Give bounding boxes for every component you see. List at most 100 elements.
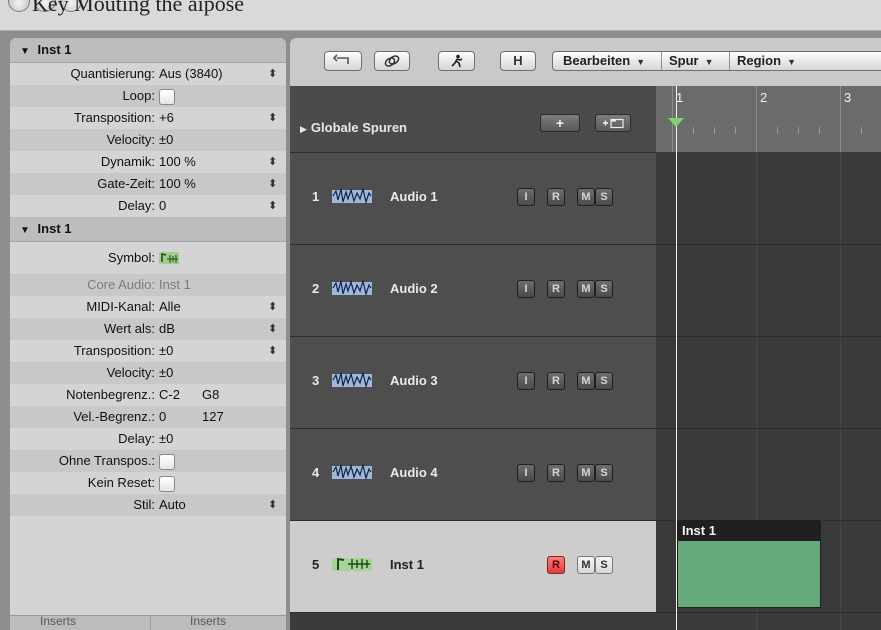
mute-button[interactable]: M: [577, 372, 595, 390]
stepper-icon[interactable]: ⬍: [268, 318, 277, 340]
param-row[interactable]: Loop:: [10, 85, 286, 107]
record-enable-button[interactable]: R: [547, 464, 565, 482]
track-name[interactable]: Inst 1: [390, 557, 424, 572]
param-value[interactable]: ±0: [159, 428, 173, 450]
param-row[interactable]: Ohne Transpos.:: [10, 450, 286, 472]
param-row[interactable]: Velocity: ±0: [10, 362, 286, 384]
param-row[interactable]: Delay: 0 ⬍: [10, 195, 286, 217]
param-row[interactable]: Vel.-Begrenz.: 0 127: [10, 406, 286, 428]
param-value[interactable]: C-2: [159, 384, 180, 406]
input-monitor-button[interactable]: I: [517, 280, 535, 298]
record-enable-button[interactable]: R: [547, 280, 565, 298]
stepper-icon[interactable]: ⬍: [268, 173, 277, 195]
track-name[interactable]: Audio 1: [390, 189, 438, 204]
track-row-selected[interactable]: 5 Inst 1 R M S: [290, 521, 656, 613]
disclosure-triangle-icon[interactable]: ▼: [20, 225, 30, 236]
param-value[interactable]: 100 %: [159, 151, 196, 173]
track-row[interactable]: 3 Audio 3 I R M S: [290, 337, 656, 429]
record-enable-button[interactable]: R: [547, 372, 565, 390]
param-row[interactable]: Notenbegrenz.: C-2 G8: [10, 384, 286, 406]
param-value[interactable]: 0: [159, 406, 166, 428]
track-row[interactable]: 2 Audio 2 I R M S: [290, 245, 656, 337]
mute-button[interactable]: M: [577, 556, 595, 574]
instrument-symbol-icon[interactable]: [159, 252, 179, 264]
param-row[interactable]: Dynamik: 100 % ⬍: [10, 151, 286, 173]
bar-ruler[interactable]: 1 2 3: [656, 86, 881, 153]
param-row[interactable]: Stil: Auto ⬍: [10, 494, 286, 516]
stepper-icon[interactable]: ⬍: [268, 63, 277, 85]
param-row[interactable]: Wert als: dB ⬍: [10, 318, 286, 340]
param-value[interactable]: Auto: [159, 494, 186, 516]
input-monitor-button[interactable]: I: [517, 188, 535, 206]
stepper-icon[interactable]: ⬍: [268, 151, 277, 173]
param-row[interactable]: Gate-Zeit: 100 % ⬍: [10, 173, 286, 195]
param-value[interactable]: dB: [159, 318, 175, 340]
menu-spur[interactable]: Spur ▼: [669, 52, 714, 71]
param-row[interactable]: Velocity: ±0: [10, 129, 286, 151]
param-row[interactable]: Quantisierung: Aus (3840) ⬍: [10, 63, 286, 85]
param-row[interactable]: Delay: ±0: [10, 428, 286, 450]
region-parameters-header[interactable]: ▼ Inst 1: [10, 38, 286, 63]
param-row[interactable]: Transposition: ±0 ⬍: [10, 340, 286, 362]
midi-region[interactable]: Inst 1: [677, 520, 821, 608]
track-name[interactable]: Audio 2: [390, 281, 438, 296]
track-row[interactable]: 4 Audio 4 I R M S: [290, 429, 656, 521]
ohne-transpos-checkbox[interactable]: [159, 454, 175, 470]
mute-button[interactable]: M: [577, 280, 595, 298]
kein-reset-checkbox[interactable]: [159, 476, 175, 492]
symbol-row[interactable]: Symbol:: [10, 242, 286, 274]
solo-button[interactable]: S: [595, 372, 613, 390]
param-value[interactable]: Alle: [159, 296, 181, 318]
param-value[interactable]: 127: [202, 406, 224, 428]
add-track-button[interactable]: +: [540, 114, 580, 132]
playhead-marker-icon[interactable]: [668, 118, 684, 127]
stepper-icon[interactable]: ⬍: [268, 107, 277, 129]
menu-bearbeiten[interactable]: Bearbeiten ▼: [563, 52, 645, 71]
disclosure-triangle-icon[interactable]: ▼: [20, 46, 30, 57]
solo-button[interactable]: S: [595, 556, 613, 574]
param-value[interactable]: Aus (3840): [159, 63, 223, 85]
solo-button[interactable]: S: [595, 188, 613, 206]
track-name[interactable]: Audio 3: [390, 373, 438, 388]
close-window-button[interactable]: [8, 0, 30, 12]
link-button[interactable]: [374, 51, 410, 71]
catch-playhead-button[interactable]: [438, 51, 475, 71]
hide-button[interactable]: H: [500, 51, 536, 71]
param-value[interactable]: 0: [159, 195, 166, 217]
input-monitor-button[interactable]: I: [517, 464, 535, 482]
track-number: 3: [312, 373, 320, 388]
param-row[interactable]: MIDI-Kanal: Alle ⬍: [10, 296, 286, 318]
stepper-icon[interactable]: ⬍: [268, 296, 277, 318]
track-name[interactable]: Audio 4: [390, 465, 438, 480]
param-value[interactable]: ±0: [159, 362, 173, 384]
back-button[interactable]: [324, 51, 362, 71]
param-value[interactable]: ±0: [159, 340, 173, 362]
param-value[interactable]: ±0: [159, 129, 173, 151]
stepper-icon[interactable]: ⬍: [268, 494, 277, 516]
new-folder-button[interactable]: [595, 114, 631, 132]
param-row[interactable]: Core Audio: Inst 1: [10, 274, 286, 296]
mute-button[interactable]: M: [577, 464, 595, 482]
stepper-icon[interactable]: ⬍: [268, 195, 277, 217]
playhead-line[interactable]: [676, 86, 677, 630]
input-monitor-button[interactable]: I: [517, 372, 535, 390]
param-row[interactable]: Transposition: +6 ⬍: [10, 107, 286, 129]
loop-checkbox[interactable]: [159, 89, 175, 105]
inserts-label: Inserts: [190, 615, 227, 628]
menu-region[interactable]: Region ▼: [737, 52, 796, 71]
param-value[interactable]: G8: [202, 384, 219, 406]
stepper-icon[interactable]: ⬍: [268, 340, 277, 362]
track-parameters-header[interactable]: ▼ Inst 1: [10, 217, 286, 242]
solo-button[interactable]: S: [595, 464, 613, 482]
arrange-toolbar: H Bearbeiten ▼ Spur ▼ Region ▼: [290, 38, 881, 87]
global-tracks-toggle[interactable]: ▶ Globale Spuren: [300, 120, 407, 135]
param-value[interactable]: +6: [159, 107, 174, 129]
track-row[interactable]: 1 Audio 1 I R M S: [290, 153, 656, 245]
record-enable-button[interactable]: R: [547, 188, 565, 206]
param-value[interactable]: 100 %: [159, 173, 196, 195]
mute-button[interactable]: M: [577, 188, 595, 206]
param-row[interactable]: Kein Reset:: [10, 472, 286, 494]
record-enable-button[interactable]: R: [547, 556, 565, 574]
global-tracks-row[interactable]: ▶ Globale Spuren +: [290, 86, 656, 153]
solo-button[interactable]: S: [595, 280, 613, 298]
